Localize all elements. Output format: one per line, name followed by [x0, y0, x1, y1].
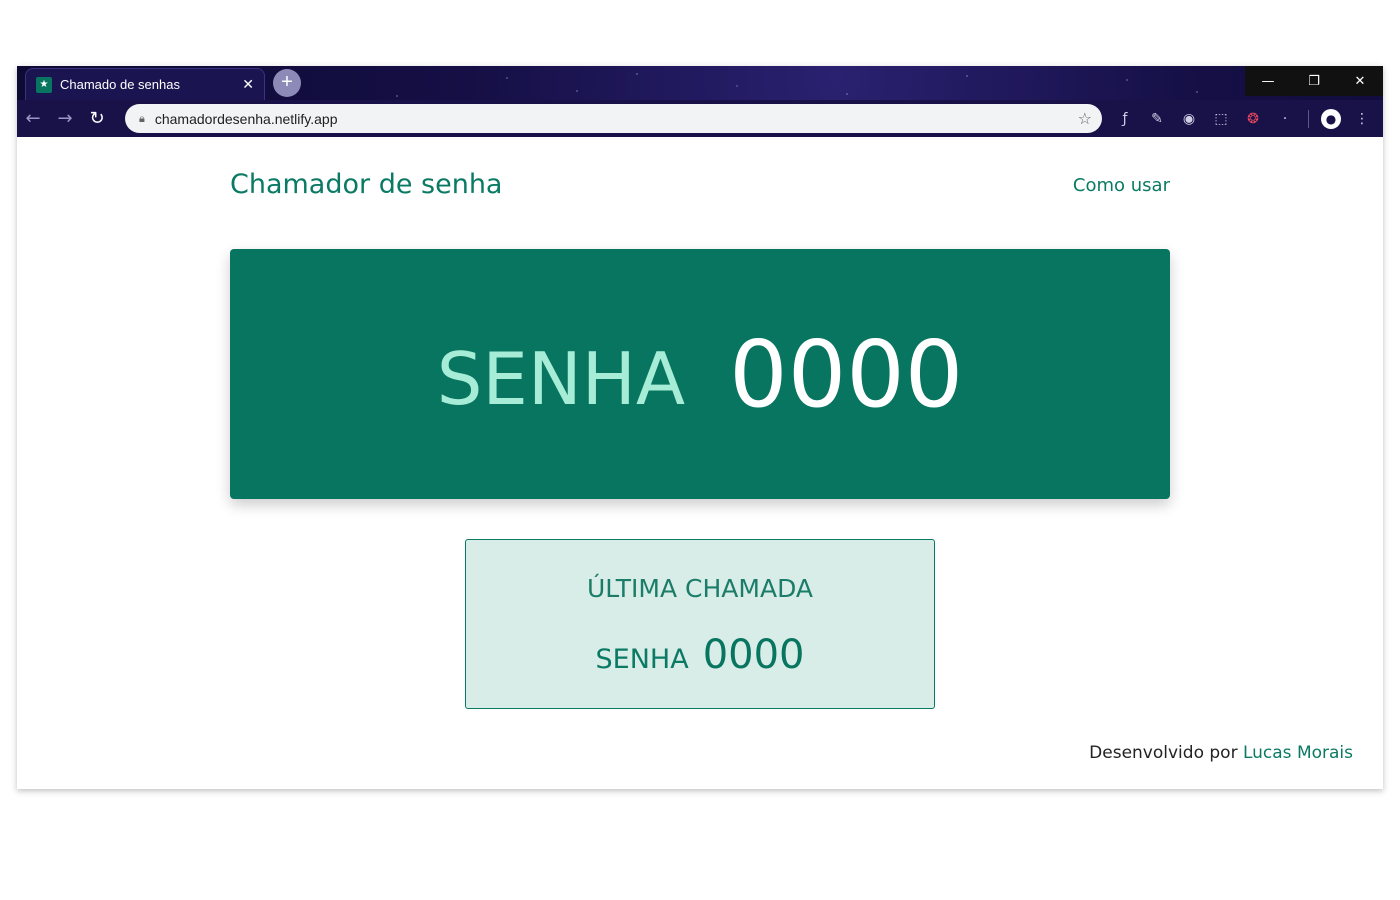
browser-window: ★ Chamado de senhas ✕ + — ❐ ✕ ← → ↻ 🔒︎ c… [17, 66, 1383, 789]
forward-arrow-icon[interactable]: → [49, 103, 81, 135]
url-text[interactable]: chamadordesenha.netlify.app [155, 111, 1078, 127]
current-call-label: SENHA [436, 337, 686, 421]
footer-credit: Desenvolvido por Lucas Morais [1089, 743, 1353, 763]
menu-kebab-icon[interactable]: ⋮ [1351, 108, 1373, 130]
window-controls: — ❐ ✕ [1245, 66, 1383, 96]
address-bar[interactable]: 🔒︎ chamadordesenha.netlify.app ☆ [125, 104, 1102, 133]
page-content: Chamador de senha Como usar SENHA 0000 Ú… [17, 137, 1383, 789]
minimize-button[interactable]: — [1245, 66, 1291, 96]
last-call-title: ÚLTIMA CHAMADA [587, 574, 813, 603]
red-extension-icon[interactable]: ❂ [1242, 108, 1264, 130]
new-tab-button[interactable]: + [273, 69, 301, 97]
back-arrow-icon[interactable]: ← [17, 103, 49, 135]
browser-tab[interactable]: ★ Chamado de senhas ✕ [25, 68, 265, 100]
tab-title: Chamado de senhas [60, 77, 180, 92]
last-call-row: SENHA 0000 [466, 632, 934, 678]
author-link[interactable]: Lucas Morais [1243, 743, 1353, 763]
restore-button[interactable]: ❐ [1291, 66, 1337, 96]
how-to-link[interactable]: Como usar [1073, 175, 1170, 196]
close-tab-icon[interactable]: ✕ [242, 76, 254, 93]
last-call-label: SENHA [595, 644, 689, 675]
browser-toolbar: ← → ↻ 🔒︎ chamadordesenha.netlify.app ☆ ƒ… [17, 100, 1383, 137]
close-window-button[interactable]: ✕ [1337, 66, 1383, 96]
favicon-icon: ★ [36, 76, 52, 93]
page-title: Chamador de senha [230, 169, 503, 200]
profile-avatar-icon[interactable]: ● [1321, 108, 1341, 129]
pen-extension-icon[interactable]: ✎ [1146, 108, 1168, 130]
lock-icon: 🔒︎ [139, 111, 145, 125]
camera-extension-icon[interactable]: ◉ [1178, 108, 1200, 130]
extension-icons: ƒ ✎ ◉ ⬚ ❂ · ● ⋮ [1114, 104, 1373, 133]
dim-extension-icon[interactable]: · [1274, 108, 1296, 130]
current-call-card: SENHA 0000 [230, 249, 1170, 499]
current-call-number: 0000 [729, 320, 964, 428]
bookmark-star-icon[interactable]: ☆ [1078, 109, 1092, 128]
screenshot-extension-icon[interactable]: ⬚ [1210, 108, 1232, 130]
last-call-card: ÚLTIMA CHAMADA SENHA 0000 [465, 539, 935, 709]
reload-icon[interactable]: ↻ [81, 103, 113, 135]
formula-extension-icon[interactable]: ƒ [1114, 108, 1136, 130]
footer-prefix: Desenvolvido por [1089, 743, 1238, 763]
browser-titlebar: ★ Chamado de senhas ✕ + — ❐ ✕ [17, 66, 1383, 100]
last-call-number: 0000 [702, 632, 805, 678]
toolbar-separator [1308, 109, 1309, 128]
